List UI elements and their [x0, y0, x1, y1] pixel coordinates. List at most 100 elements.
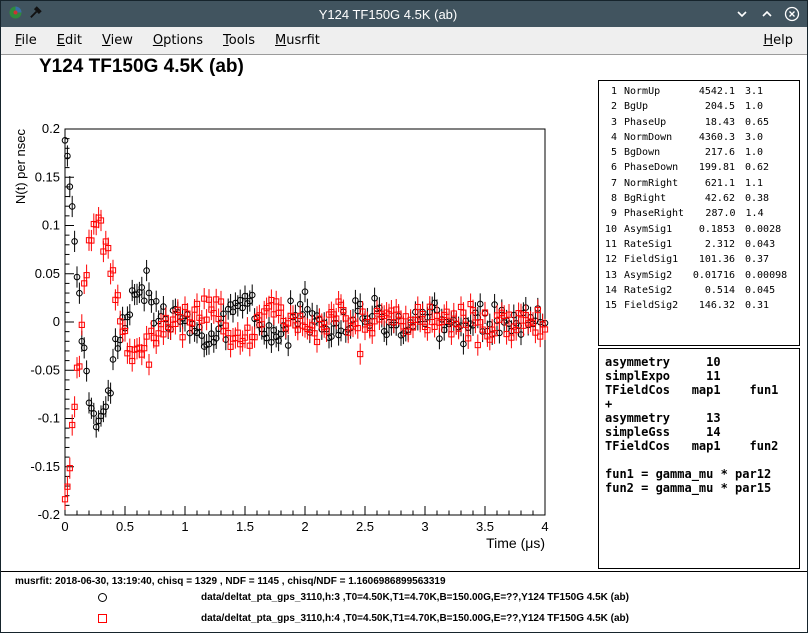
param-name: FieldSig1 [624, 254, 683, 269]
y-tick-label: 0.2 [42, 121, 60, 136]
fit-status-line: musrfit: 2018-06-30, 13:19:40, chisq = 1… [15, 576, 446, 587]
x-tick-label: 1 [181, 519, 188, 534]
menu-file[interactable]: File [5, 29, 47, 52]
x-axis-title: Time (μs) [486, 535, 545, 551]
menu-edit[interactable]: Edit [47, 29, 92, 52]
titlebar[interactable]: Y124 TF150G 4.5K (ab) [1, 1, 807, 27]
y-tick-label: 0.1 [42, 218, 60, 233]
parameter-row: 3PhaseUp18.430.65 [603, 117, 795, 132]
param-error: 1.1 [745, 178, 795, 193]
param-name: AsymSig1 [624, 224, 683, 239]
titlebar-icons [8, 5, 42, 24]
menubar-items: FileEditViewOptionsToolsMusrfit [5, 29, 330, 52]
param-error: 0.62 [745, 162, 795, 177]
parameter-row: 4NormDown4360.33.0 [603, 132, 795, 147]
param-error: 0.043 [745, 239, 795, 254]
param-name: NormRight [624, 178, 683, 193]
data-series-h3 [62, 130, 548, 438]
param-number: 5 [603, 147, 617, 162]
parameter-row: 7 NormRight621.1 1.1 [603, 178, 795, 193]
legend-square-marker [96, 612, 109, 625]
parameter-row: 10 AsymSig10.1853 0.0028 [603, 224, 795, 239]
param-value: 287.0 [684, 208, 735, 223]
param-error: 1.0 [745, 101, 795, 116]
x-tick-label: 0.5 [116, 519, 134, 534]
x-tick-label: 2 [301, 519, 308, 534]
param-value: 0.1853 [683, 224, 735, 239]
plot-canvas[interactable]: 00.511.522.533.54-0.2-0.15-0.1-0.0500.05… [1, 91, 601, 569]
param-name: PhaseDown [624, 162, 683, 177]
param-name: AsymSig2 [624, 270, 683, 285]
param-number: 13 [603, 270, 617, 285]
param-error: 3.1 [745, 86, 795, 101]
param-value: 4360.3 [683, 132, 735, 147]
x-tick-label: 4 [541, 519, 548, 534]
menu-help[interactable]: Help [753, 29, 803, 52]
parameter-row: 15FieldSig2146.320.31 [603, 300, 795, 315]
y-axis-title: N(t) per nsec [13, 129, 28, 205]
param-number: 2 [603, 101, 617, 116]
plot-title: Y124 TF150G 4.5K (ab) [39, 56, 244, 78]
y-tick-label: 0.05 [35, 266, 60, 281]
minimize-button[interactable] [734, 6, 750, 22]
y-tick-label: -0.1 [38, 411, 60, 426]
hammer-icon [28, 5, 42, 24]
parameter-row: 14RateSig20.5140.045 [603, 285, 795, 300]
parameter-row: 9PhaseRight287.01.4 [603, 208, 795, 223]
theory-text: asymmetry 10 simplExpo 11 TFieldCos map1… [605, 355, 778, 495]
param-error: 0.31 [745, 300, 795, 315]
param-error: 0.38 [745, 193, 795, 208]
maximize-button[interactable] [759, 6, 775, 22]
param-value: 146.32 [683, 300, 735, 315]
parameter-table: 1NormUp4542.13.12BgUp204.51.03PhaseUp18.… [598, 80, 800, 346]
param-error: 0.0028 [745, 224, 795, 239]
menu-options[interactable]: Options [143, 29, 213, 52]
menu-musrfit[interactable]: Musrfit [265, 29, 330, 52]
window-controls [734, 6, 800, 22]
param-number: 8 [603, 193, 617, 208]
param-number: 4 [603, 132, 617, 147]
param-error: 0.65 [745, 117, 795, 132]
param-number: 6 [603, 162, 617, 177]
legend-row-h3: data/deltat_pta_gps_3110,h:3 ,T0=4.50K,T… [96, 590, 629, 604]
param-number: 7 [603, 178, 617, 193]
param-name: PhaseUp [624, 117, 683, 132]
param-value: 101.36 [683, 254, 735, 269]
param-name: PhaseRight [624, 208, 684, 223]
x-tick-label: 0 [61, 519, 68, 534]
close-button[interactable] [784, 6, 800, 22]
menubar: FileEditViewOptionsToolsMusrfit Help [1, 27, 807, 55]
param-error: 0.00098 [745, 270, 795, 285]
param-name: BgDown [624, 147, 683, 162]
y-tick-label: -0.05 [30, 362, 60, 377]
param-error: 0.37 [745, 254, 795, 269]
param-name: RateSig1 [624, 239, 683, 254]
divider-line [1, 571, 807, 572]
menu-tools[interactable]: Tools [213, 29, 265, 52]
parameter-row: 6PhaseDown199.810.62 [603, 162, 795, 177]
x-tick-label: 1.5 [236, 519, 254, 534]
y-tick-label: 0.15 [35, 169, 60, 184]
root-canvas[interactable]: Y124 TF150G 4.5K (ab) 00.511.522.533.54-… [1, 55, 807, 632]
param-number: 9 [603, 208, 617, 223]
param-name: NormUp [624, 86, 683, 101]
param-error: 0.045 [745, 285, 795, 300]
param-number: 3 [603, 117, 617, 132]
parameter-row: 5BgDown217.61.0 [603, 147, 795, 162]
param-value: 42.62 [683, 193, 735, 208]
param-number: 10 [603, 224, 617, 239]
app-icon [8, 5, 23, 24]
param-name: BgUp [624, 101, 683, 116]
param-name: FieldSig2 [624, 300, 683, 315]
param-value: 4542.1 [683, 86, 735, 101]
y-tick-label: 0 [53, 314, 60, 329]
app-window: Y124 TF150G 4.5K (ab) FileEditViewOption… [0, 0, 808, 633]
param-number: 14 [603, 285, 617, 300]
legend-row-h4: data/deltat_pta_gps_3110,h:4 ,T0=4.50K,T… [96, 611, 629, 625]
param-number: 12 [603, 254, 617, 269]
menu-view[interactable]: View [92, 29, 143, 52]
param-value: 621.1 [683, 178, 735, 193]
param-name: RateSig2 [624, 285, 683, 300]
parameter-row: 8BgRight42.620.38 [603, 193, 795, 208]
param-value: 217.6 [683, 147, 735, 162]
